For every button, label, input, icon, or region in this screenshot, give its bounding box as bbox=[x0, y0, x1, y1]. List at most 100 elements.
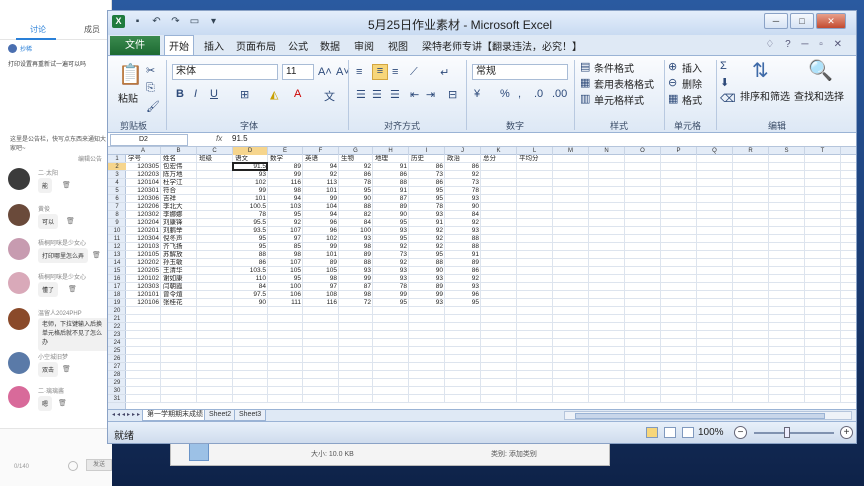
column-header-C[interactable]: C bbox=[197, 147, 233, 155]
sheet-tab-3[interactable]: Sheet3 bbox=[234, 410, 267, 421]
delete-cells-icon[interactable]: ⊖ bbox=[668, 76, 677, 89]
number-format-select[interactable]: 常规 bbox=[472, 64, 568, 80]
image-icon[interactable] bbox=[68, 461, 78, 471]
cell-B14[interactable]: 孙玉敏 bbox=[161, 259, 197, 267]
sort-filter-icon[interactable]: ⇅ bbox=[752, 58, 769, 83]
align-center-icon[interactable]: ☰ bbox=[372, 88, 382, 101]
column-header-D[interactable]: D bbox=[233, 147, 268, 155]
column-header-J[interactable]: J bbox=[445, 147, 481, 155]
name-box[interactable]: D2 bbox=[110, 134, 188, 146]
tab-file[interactable]: 文件 bbox=[110, 36, 160, 55]
delete-button[interactable]: 删除 bbox=[682, 76, 702, 91]
comma-icon[interactable]: , bbox=[518, 88, 521, 100]
minimize-button[interactable]: ─ bbox=[764, 13, 788, 29]
cell-F16[interactable]: 98 bbox=[303, 275, 339, 283]
column-header-R[interactable]: R bbox=[733, 147, 769, 155]
cell-style-button[interactable]: 单元格样式 bbox=[594, 92, 644, 107]
cell-G18[interactable]: 98 bbox=[339, 291, 373, 299]
row-header-11[interactable]: 11 bbox=[108, 235, 126, 243]
wrap-text-icon[interactable]: ↵ bbox=[440, 66, 449, 79]
autosum-icon[interactable]: Σ bbox=[720, 60, 727, 72]
cell-J3[interactable]: 92 bbox=[445, 171, 481, 179]
cell-C1[interactable]: 班级 bbox=[197, 155, 233, 163]
phonetic-icon[interactable]: 文 bbox=[324, 88, 335, 104]
sheet-tab-1[interactable]: 第一学期期末成绩 bbox=[142, 410, 208, 421]
cell-G19[interactable]: 72 bbox=[339, 299, 373, 307]
cell-L1[interactable]: 平均分 bbox=[517, 155, 553, 163]
cell-D17[interactable]: 84 bbox=[233, 283, 268, 291]
cell-H4[interactable]: 88 bbox=[373, 179, 409, 187]
cell-B13[interactable]: 苏解放 bbox=[161, 251, 197, 259]
conditional-format-icon[interactable]: ▤ bbox=[580, 60, 590, 73]
cell-B11[interactable]: 倪冬声 bbox=[161, 235, 197, 243]
send-button[interactable]: 发送 bbox=[86, 459, 112, 471]
cell-H3[interactable]: 86 bbox=[373, 171, 409, 179]
cell-G4[interactable]: 78 bbox=[339, 179, 373, 187]
cell-H19[interactable]: 95 bbox=[373, 299, 409, 307]
cell-E6[interactable]: 94 bbox=[268, 195, 303, 203]
increase-decimal-icon[interactable]: .0 bbox=[534, 88, 543, 100]
zoom-slider-thumb[interactable] bbox=[784, 427, 790, 438]
cell-I2[interactable]: 86 bbox=[409, 163, 445, 171]
new-file-icon[interactable]: ▭ bbox=[188, 15, 201, 28]
cell-B2[interactable]: 包宏伟 bbox=[161, 163, 197, 171]
cell-J19[interactable]: 95 bbox=[445, 299, 481, 307]
cell-H10[interactable]: 93 bbox=[373, 227, 409, 235]
help-icon[interactable]: ♢ ? ─ ▫ ✕ bbox=[765, 39, 846, 50]
formula-input[interactable]: 91.5 bbox=[232, 134, 248, 143]
row-header-29[interactable]: 29 bbox=[108, 379, 126, 387]
cell-F19[interactable]: 116 bbox=[303, 299, 339, 307]
cell-H17[interactable]: 78 bbox=[373, 283, 409, 291]
row-header-17[interactable]: 17 bbox=[108, 283, 126, 291]
cell-F13[interactable]: 101 bbox=[303, 251, 339, 259]
cell-E19[interactable]: 111 bbox=[268, 299, 303, 307]
cell-I12[interactable]: 92 bbox=[409, 243, 445, 251]
cell-H13[interactable]: 73 bbox=[373, 251, 409, 259]
cell-J18[interactable]: 96 bbox=[445, 291, 481, 299]
cell-D4[interactable]: 102 bbox=[233, 179, 268, 187]
increase-indent-icon[interactable]: ⇥ bbox=[426, 88, 435, 101]
cell-B12[interactable]: 齐飞扬 bbox=[161, 243, 197, 251]
row-header-23[interactable]: 23 bbox=[108, 331, 126, 339]
cell-J11[interactable]: 88 bbox=[445, 235, 481, 243]
row-header-31[interactable]: 31 bbox=[108, 395, 126, 403]
row-header-28[interactable]: 28 bbox=[108, 371, 126, 379]
cell-F6[interactable]: 99 bbox=[303, 195, 339, 203]
cell-I4[interactable]: 86 bbox=[409, 179, 445, 187]
cell-F10[interactable]: 96 bbox=[303, 227, 339, 235]
currency-icon[interactable]: ¥ bbox=[474, 88, 480, 100]
row-header-13[interactable]: 13 bbox=[108, 251, 126, 259]
paste-icon[interactable]: 📋 bbox=[118, 62, 143, 87]
chat-input[interactable] bbox=[0, 428, 112, 486]
row-header-25[interactable]: 25 bbox=[108, 347, 126, 355]
cell-G6[interactable]: 90 bbox=[339, 195, 373, 203]
scroll-thumb[interactable] bbox=[575, 413, 825, 419]
row-header-8[interactable]: 8 bbox=[108, 211, 126, 219]
cell-A1[interactable]: 学号 bbox=[126, 155, 161, 163]
cell-B19[interactable]: 张桂花 bbox=[161, 299, 197, 307]
cell-I10[interactable]: 92 bbox=[409, 227, 445, 235]
cell-G11[interactable]: 93 bbox=[339, 235, 373, 243]
row-header-19[interactable]: 19 bbox=[108, 299, 126, 307]
percent-icon[interactable]: % bbox=[500, 88, 510, 100]
cell-H9[interactable]: 95 bbox=[373, 219, 409, 227]
row-header-6[interactable]: 6 bbox=[108, 195, 126, 203]
cell-E7[interactable]: 103 bbox=[268, 203, 303, 211]
column-header-L[interactable]: L bbox=[517, 147, 553, 155]
insert-button[interactable]: 插入 bbox=[682, 60, 702, 75]
cell-E5[interactable]: 98 bbox=[268, 187, 303, 195]
tab-data[interactable]: 数据 bbox=[320, 38, 340, 53]
cell-E11[interactable]: 97 bbox=[268, 235, 303, 243]
borders-icon[interactable]: ⊞ bbox=[240, 88, 249, 101]
cell-A15[interactable]: 120205 bbox=[126, 267, 161, 275]
column-header-B[interactable]: B bbox=[161, 147, 197, 155]
cell-I5[interactable]: 95 bbox=[409, 187, 445, 195]
cell-F17[interactable]: 97 bbox=[303, 283, 339, 291]
cell-style-icon[interactable]: ▥ bbox=[580, 92, 590, 105]
tab-insert[interactable]: 插入 bbox=[204, 38, 224, 53]
cell-E9[interactable]: 92 bbox=[268, 219, 303, 227]
cell-B9[interactable]: 刘康锋 bbox=[161, 219, 197, 227]
cell-J5[interactable]: 78 bbox=[445, 187, 481, 195]
cell-F7[interactable]: 104 bbox=[303, 203, 339, 211]
save-icon[interactable]: ▪ bbox=[131, 15, 144, 28]
